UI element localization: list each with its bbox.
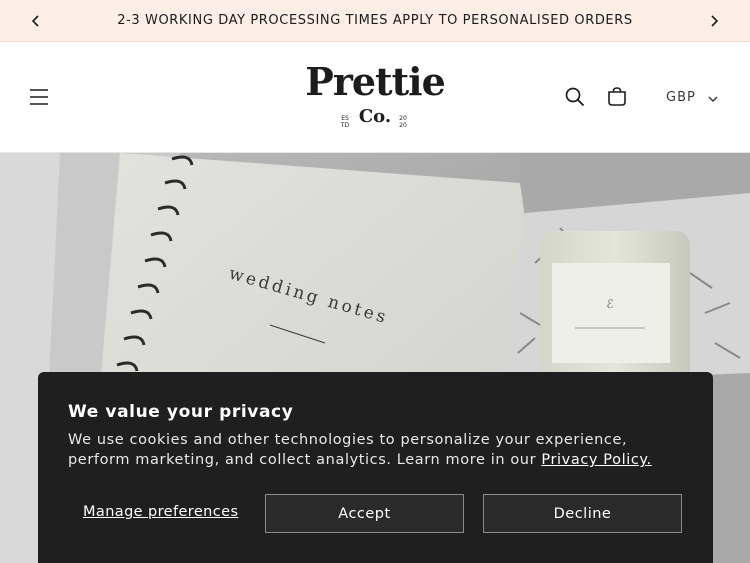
search-icon[interactable]: [564, 86, 586, 108]
currency-selector[interactable]: GBP: [666, 87, 718, 107]
logo[interactable]: Prettie ES TD Co. 20 20: [300, 61, 450, 133]
menu-icon[interactable]: [27, 85, 51, 109]
privacy-policy-link[interactable]: Privacy Policy.: [541, 452, 651, 468]
svg-text:ℰ: ℰ: [606, 297, 613, 311]
chevron-right-icon[interactable]: [704, 11, 724, 31]
logo-est-right: 20 20: [399, 115, 407, 129]
cookie-body: We use cookies and other technologies to…: [68, 430, 688, 470]
chevron-down-icon: [708, 88, 718, 107]
cookie-banner: We value your privacy We use cookies and…: [38, 372, 713, 563]
accept-button[interactable]: Accept: [265, 494, 464, 533]
logo-main-text: Prettie: [305, 59, 446, 104]
logo-sub-text: Co.: [358, 106, 392, 127]
chevron-left-icon[interactable]: [26, 11, 46, 31]
cookie-title: We value your privacy: [68, 402, 294, 422]
currency-label: GBP: [666, 89, 696, 105]
decline-button[interactable]: Decline: [483, 494, 682, 533]
manage-preferences-link[interactable]: Manage preferences: [83, 504, 238, 520]
announcement-bar: 2-3 WORKING DAY PROCESSING TIMES APPLY T…: [0, 0, 750, 42]
site-header: Prettie ES TD Co. 20 20 GBP: [0, 43, 750, 153]
announcement-text: 2-3 WORKING DAY PROCESSING TIMES APPLY T…: [117, 13, 633, 28]
cart-icon[interactable]: [605, 85, 629, 109]
